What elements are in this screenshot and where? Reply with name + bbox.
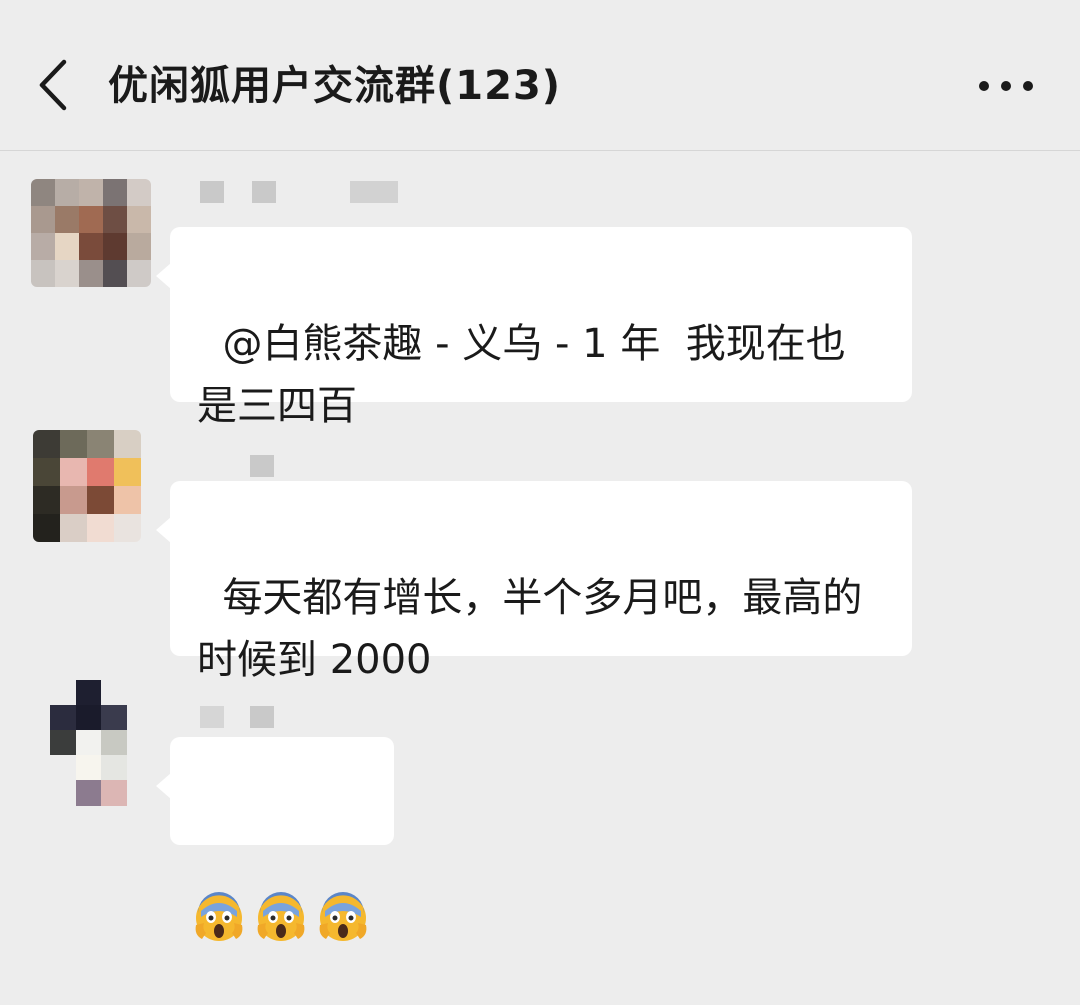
chevron-left-icon [39, 59, 67, 111]
back-button[interactable] [30, 55, 78, 115]
chat-title: 优闲狐用户交流群(123) [108, 63, 562, 109]
sender-name-redacted [200, 181, 410, 203]
sender-avatar[interactable] [33, 430, 141, 542]
message-bubble[interactable]: 每天都有增长，半个多月吧，最高的时候到 2000 [156, 481, 912, 683]
more-horizontal-icon [979, 81, 1033, 91]
sender-avatar[interactable] [50, 680, 127, 806]
message-text: 每天都有增长，半个多月吧，最高的时候到 2000 [197, 575, 863, 683]
emoji-row [192, 885, 372, 943]
sender-name-redacted [222, 455, 282, 477]
sender-avatar[interactable] [31, 179, 151, 287]
face-screaming-in-fear-icon [195, 892, 243, 941]
message-text: @白熊茶趣 - 义乌 - 1 年 我现在也是三四百 [197, 321, 846, 429]
message-bubble[interactable]: @白熊茶趣 - 义乌 - 1 年 我现在也是三四百 [156, 227, 912, 429]
chat-header: 优闲狐用户交流群(123) [0, 0, 1080, 151]
face-screaming-in-fear-icon [319, 892, 367, 941]
face-screaming-in-fear-icon [257, 892, 305, 941]
sender-name-redacted [200, 706, 290, 728]
message-bubble[interactable] [156, 737, 394, 941]
more-options-button[interactable] [966, 68, 1046, 104]
